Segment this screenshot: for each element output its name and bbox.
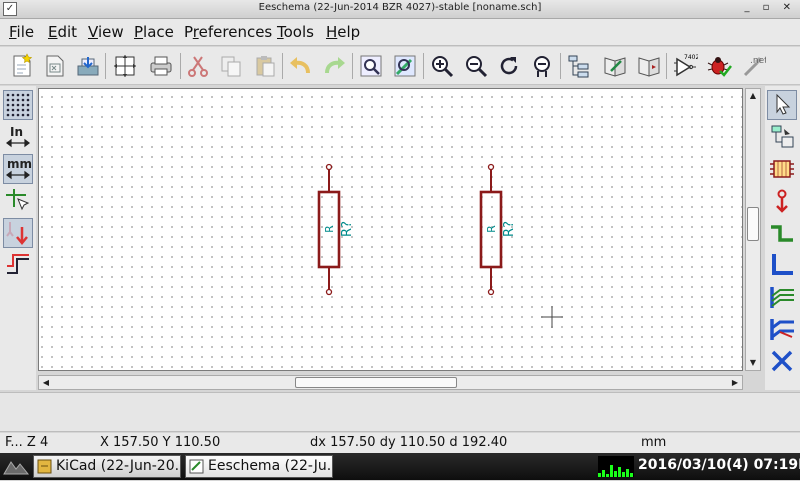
network-monitor-icon[interactable]: [598, 456, 634, 477]
left-options-toolbar: In mm: [0, 86, 36, 390]
place-bus-icon[interactable]: [767, 250, 797, 280]
scroll-up-icon[interactable]: ▲: [746, 89, 760, 103]
paste-icon[interactable]: [250, 51, 280, 81]
annotate-icon[interactable]: 7402: [670, 51, 700, 81]
find-replace-icon[interactable]: [390, 51, 420, 81]
no-connect-icon[interactable]: [767, 346, 797, 376]
place-component-icon[interactable]: [767, 154, 797, 184]
units-inch-icon[interactable]: In: [3, 122, 33, 152]
menu-view[interactable]: View: [86, 23, 126, 41]
menu-file[interactable]: File: [7, 23, 36, 41]
zoom-in-icon[interactable]: [427, 51, 457, 81]
crosshair-cursor: [541, 306, 563, 328]
redo-icon[interactable]: [320, 51, 350, 81]
taskbar: KiCad (22-Jun-20... Eeschema (22-Ju... 2…: [0, 453, 800, 480]
cut-icon[interactable]: [183, 51, 213, 81]
title-bar: ✓ Eeschema (22-Jun-2014 BZR 4027)-stable…: [0, 0, 800, 19]
component-reference: R?: [502, 221, 517, 237]
resistor-component[interactable]: R R?: [479, 163, 517, 296]
scroll-left-icon[interactable]: ◀: [39, 376, 53, 389]
component-value: R: [323, 225, 336, 233]
undo-icon[interactable]: [285, 51, 315, 81]
bus-wire-orientation-icon[interactable]: [3, 250, 33, 280]
component-reference: R?: [340, 221, 355, 237]
main-toolbar: 7402 .net: [0, 47, 800, 85]
message-panel: [0, 392, 800, 432]
menu-help[interactable]: Help: [324, 23, 362, 41]
menu-edit[interactable]: Edit: [46, 23, 79, 41]
open-schematic-icon[interactable]: [40, 51, 70, 81]
menu-place[interactable]: Place: [132, 23, 176, 41]
scroll-down-icon[interactable]: ▼: [746, 356, 760, 370]
window-controls[interactable]: _ ▫ ✕: [744, 2, 796, 13]
start-menu-icon[interactable]: [2, 456, 30, 477]
redraw-icon[interactable]: [494, 51, 524, 81]
copy-icon[interactable]: [216, 51, 246, 81]
print-icon[interactable]: [146, 51, 176, 81]
grid-toggle-icon[interactable]: [3, 90, 33, 120]
erc-icon[interactable]: [704, 51, 734, 81]
place-wire-icon[interactable]: [767, 218, 797, 248]
window-title: Eeschema (22-Jun-2014 BZR 4027)-stable […: [258, 2, 542, 13]
svg-text:In: In: [10, 125, 23, 139]
vertical-scroll-thumb[interactable]: [747, 207, 759, 241]
horizontal-scroll-thumb[interactable]: [295, 377, 457, 388]
horizontal-scrollbar[interactable]: ◀ ▶: [38, 375, 743, 390]
status-bar: F... Z 4 X 157.50 Y 110.50 dx 157.50 dy …: [0, 433, 800, 453]
hidden-pins-icon[interactable]: [3, 218, 33, 248]
units-mm-icon[interactable]: mm: [3, 154, 33, 184]
scroll-right-icon[interactable]: ▶: [728, 376, 742, 389]
menu-bar: File Edit View Place Preferences Tools H…: [0, 19, 800, 46]
zoom-out-icon[interactable]: [461, 51, 491, 81]
wire-bus-entry-icon[interactable]: [767, 282, 797, 312]
menu-preferences[interactable]: Preferences: [182, 23, 274, 41]
taskbar-clock[interactable]: 2016/03/10(4) 07:19PM: [638, 457, 800, 473]
taskbar-item-kicad[interactable]: KiCad (22-Jun-20...: [33, 455, 181, 478]
place-power-icon[interactable]: [767, 186, 797, 216]
page-settings-icon[interactable]: [110, 51, 140, 81]
hierarchy-push-pop-icon[interactable]: [767, 122, 797, 152]
cursor-shape-icon[interactable]: [3, 186, 33, 216]
hierarchy-navigator-icon[interactable]: [564, 51, 594, 81]
select-arrow-icon[interactable]: [767, 90, 797, 120]
status-relative-coords: dx 157.50 dy 110.50 d 192.40: [310, 435, 508, 450]
vertical-scrollbar[interactable]: ▲ ▼: [745, 88, 761, 371]
netlist-icon[interactable]: .net: [738, 51, 768, 81]
svg-text:mm: mm: [7, 157, 32, 171]
new-schematic-icon[interactable]: [7, 51, 37, 81]
taskbar-item-eeschema[interactable]: Eeschema (22-Ju...: [185, 455, 333, 478]
status-cursor-coords: X 157.50 Y 110.50: [100, 435, 221, 450]
save-icon[interactable]: [73, 51, 103, 81]
library-browser-icon[interactable]: [634, 51, 664, 81]
resistor-component[interactable]: R R?: [317, 163, 355, 296]
svg-text:7402: 7402: [684, 54, 698, 61]
status-zoom: F... Z 4: [5, 435, 49, 450]
library-editor-icon[interactable]: [600, 51, 630, 81]
status-units: mm: [641, 435, 667, 450]
bus-bus-entry-icon[interactable]: [767, 314, 797, 344]
right-tools-toolbar: [765, 86, 800, 390]
schematic-canvas[interactable]: R R? R R?: [38, 88, 743, 371]
find-icon[interactable]: [356, 51, 386, 81]
menu-tools[interactable]: Tools: [275, 23, 316, 41]
component-value: R: [485, 225, 498, 233]
zoom-fit-icon[interactable]: [527, 51, 557, 81]
svg-text:.net: .net: [750, 56, 766, 66]
